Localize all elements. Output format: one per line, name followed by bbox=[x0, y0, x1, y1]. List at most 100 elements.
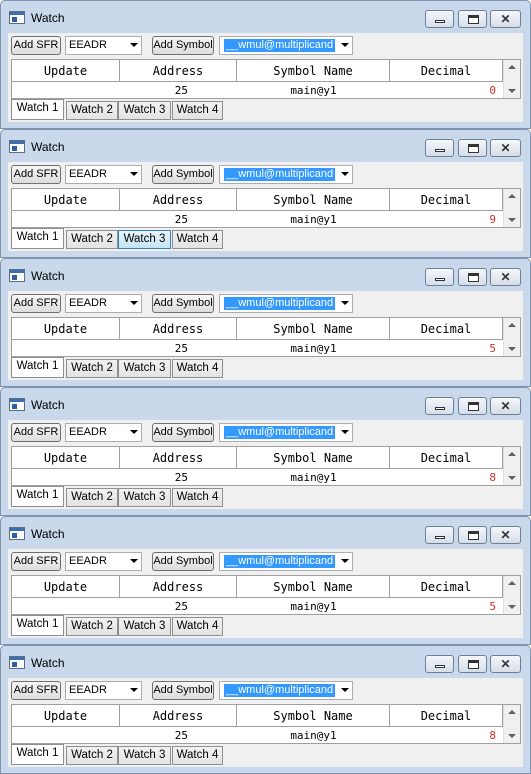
sfr-dropdown[interactable]: EEADR bbox=[65, 423, 142, 442]
tab-watch-4[interactable]: Watch 4 bbox=[172, 746, 223, 765]
column-header-address[interactable]: Address bbox=[120, 705, 237, 727]
chevron-down-icon[interactable] bbox=[341, 559, 349, 563]
tab-watch-1[interactable]: Watch 1 bbox=[11, 228, 64, 249]
symbol-dropdown[interactable]: __wmul@multiplicand bbox=[219, 423, 353, 442]
tab-watch-2[interactable]: Watch 2 bbox=[66, 746, 118, 765]
chevron-down-icon[interactable] bbox=[130, 172, 138, 176]
row-symbol-name[interactable]: main@y1 bbox=[237, 83, 390, 98]
scroll-up-icon[interactable] bbox=[508, 323, 516, 327]
tab-watch-3[interactable]: Watch 3 bbox=[118, 230, 171, 249]
tab-watch-2[interactable]: Watch 2 bbox=[66, 359, 118, 378]
column-header-address[interactable]: Address bbox=[120, 189, 237, 211]
add-symbol-button[interactable]: Add Symbol bbox=[152, 681, 214, 700]
row-decimal-value[interactable]: 8 bbox=[390, 728, 496, 743]
close-button[interactable]: ✕ bbox=[490, 526, 521, 544]
title-bar[interactable]: Watch ✕ bbox=[1, 646, 530, 678]
column-header-address[interactable]: Address bbox=[120, 60, 237, 82]
tab-watch-4[interactable]: Watch 4 bbox=[172, 488, 223, 507]
scroll-down-icon[interactable] bbox=[508, 476, 516, 480]
minimize-button[interactable] bbox=[425, 397, 454, 415]
maximize-button[interactable] bbox=[458, 526, 487, 544]
scroll-up-icon[interactable] bbox=[508, 65, 516, 69]
close-button[interactable]: ✕ bbox=[490, 268, 521, 286]
column-header-decimal[interactable]: Decimal bbox=[390, 318, 503, 340]
add-sfr-button[interactable]: Add SFR bbox=[11, 681, 61, 700]
column-header-symbol-name[interactable]: Symbol Name bbox=[237, 60, 390, 82]
tab-watch-3[interactable]: Watch 3 bbox=[118, 617, 171, 636]
close-button[interactable]: ✕ bbox=[490, 139, 521, 157]
chevron-down-icon[interactable] bbox=[341, 430, 349, 434]
column-header-update[interactable]: Update bbox=[12, 189, 120, 211]
add-symbol-button[interactable]: Add Symbol bbox=[152, 36, 214, 55]
tab-watch-1[interactable]: Watch 1 bbox=[11, 744, 64, 765]
column-header-decimal[interactable]: Decimal bbox=[390, 447, 503, 469]
column-header-symbol-name[interactable]: Symbol Name bbox=[237, 705, 390, 727]
scroll-up-icon[interactable] bbox=[508, 581, 516, 585]
column-header-address[interactable]: Address bbox=[120, 447, 237, 469]
row-symbol-name[interactable]: main@y1 bbox=[237, 341, 390, 356]
scroll-down-icon[interactable] bbox=[508, 89, 516, 93]
add-symbol-button[interactable]: Add Symbol bbox=[152, 423, 214, 442]
add-sfr-button[interactable]: Add SFR bbox=[11, 36, 61, 55]
row-address[interactable]: 25 bbox=[120, 728, 188, 743]
tab-watch-1[interactable]: Watch 1 bbox=[11, 99, 64, 120]
column-header-address[interactable]: Address bbox=[120, 576, 237, 598]
minimize-button[interactable] bbox=[425, 268, 454, 286]
maximize-button[interactable] bbox=[458, 655, 487, 673]
column-header-decimal[interactable]: Decimal bbox=[390, 60, 503, 82]
add-sfr-button[interactable]: Add SFR bbox=[11, 423, 61, 442]
row-decimal-value[interactable]: 5 bbox=[390, 599, 496, 614]
symbol-dropdown[interactable]: __wmul@multiplicand bbox=[219, 681, 353, 700]
row-symbol-name[interactable]: main@y1 bbox=[237, 599, 390, 614]
tab-watch-3[interactable]: Watch 3 bbox=[118, 488, 171, 507]
vertical-scrollbar[interactable] bbox=[503, 576, 520, 614]
title-bar[interactable]: Watch ✕ bbox=[1, 259, 530, 291]
add-symbol-button[interactable]: Add Symbol bbox=[152, 552, 214, 571]
vertical-scrollbar[interactable] bbox=[503, 189, 520, 227]
row-decimal-value[interactable]: 8 bbox=[390, 470, 496, 485]
column-header-symbol-name[interactable]: Symbol Name bbox=[237, 576, 390, 598]
maximize-button[interactable] bbox=[458, 397, 487, 415]
tab-watch-3[interactable]: Watch 3 bbox=[118, 101, 171, 120]
vertical-scrollbar[interactable] bbox=[503, 447, 520, 485]
add-sfr-button[interactable]: Add SFR bbox=[11, 294, 61, 313]
row-address[interactable]: 25 bbox=[120, 341, 188, 356]
title-bar[interactable]: Watch ✕ bbox=[1, 388, 530, 420]
chevron-down-icon[interactable] bbox=[341, 301, 349, 305]
add-symbol-button[interactable]: Add Symbol bbox=[152, 294, 214, 313]
row-symbol-name[interactable]: main@y1 bbox=[237, 470, 390, 485]
row-decimal-value[interactable]: 9 bbox=[390, 212, 496, 227]
row-address[interactable]: 25 bbox=[120, 212, 188, 227]
sfr-dropdown[interactable]: EEADR bbox=[65, 552, 142, 571]
scroll-down-icon[interactable] bbox=[508, 605, 516, 609]
minimize-button[interactable] bbox=[425, 655, 454, 673]
scroll-up-icon[interactable] bbox=[508, 194, 516, 198]
add-sfr-button[interactable]: Add SFR bbox=[11, 165, 61, 184]
row-decimal-value[interactable]: 5 bbox=[390, 341, 496, 356]
title-bar[interactable]: Watch ✕ bbox=[1, 130, 530, 162]
row-symbol-name[interactable]: main@y1 bbox=[237, 212, 390, 227]
column-header-decimal[interactable]: Decimal bbox=[390, 576, 503, 598]
symbol-dropdown[interactable]: __wmul@multiplicand bbox=[219, 294, 353, 313]
minimize-button[interactable] bbox=[425, 139, 454, 157]
chevron-down-icon[interactable] bbox=[341, 172, 349, 176]
chevron-down-icon[interactable] bbox=[130, 301, 138, 305]
symbol-dropdown[interactable]: __wmul@multiplicand bbox=[219, 36, 353, 55]
row-symbol-name[interactable]: main@y1 bbox=[237, 728, 390, 743]
chevron-down-icon[interactable] bbox=[130, 430, 138, 434]
column-header-symbol-name[interactable]: Symbol Name bbox=[237, 447, 390, 469]
sfr-dropdown[interactable]: EEADR bbox=[65, 294, 142, 313]
column-header-update[interactable]: Update bbox=[12, 705, 120, 727]
tab-watch-3[interactable]: Watch 3 bbox=[118, 746, 171, 765]
row-decimal-value[interactable]: 0 bbox=[390, 83, 496, 98]
column-header-decimal[interactable]: Decimal bbox=[390, 189, 503, 211]
row-address[interactable]: 25 bbox=[120, 470, 188, 485]
scroll-down-icon[interactable] bbox=[508, 218, 516, 222]
symbol-dropdown[interactable]: __wmul@multiplicand bbox=[219, 165, 353, 184]
maximize-button[interactable] bbox=[458, 10, 487, 28]
column-header-address[interactable]: Address bbox=[120, 318, 237, 340]
tab-watch-1[interactable]: Watch 1 bbox=[11, 486, 64, 507]
vertical-scrollbar[interactable] bbox=[503, 60, 520, 98]
tab-watch-4[interactable]: Watch 4 bbox=[172, 617, 223, 636]
minimize-button[interactable] bbox=[425, 526, 454, 544]
